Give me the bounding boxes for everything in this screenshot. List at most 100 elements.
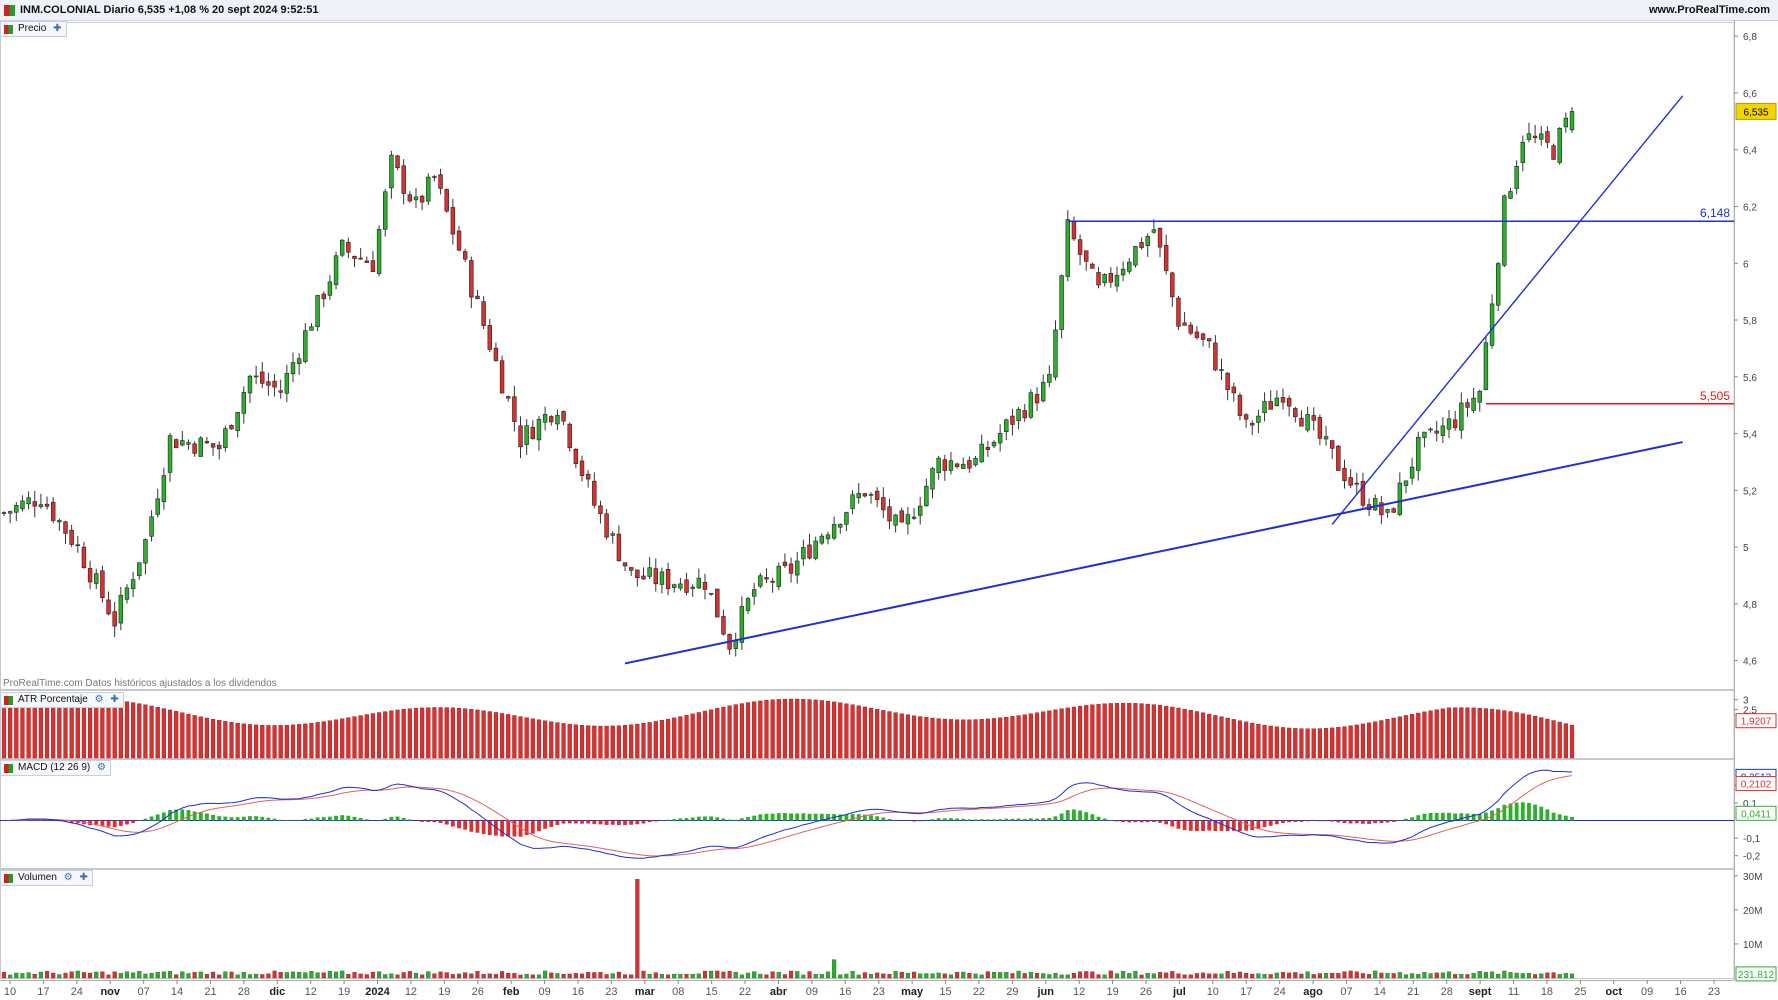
volume-bar [616, 971, 621, 979]
atr-bar [340, 718, 345, 759]
macd-histogram-bar [155, 814, 160, 821]
volume-bar [1274, 972, 1279, 979]
candle-body [678, 583, 683, 589]
atr-bar [38, 701, 44, 759]
atr-bar [1379, 720, 1384, 759]
candle-body [1520, 142, 1526, 163]
wrench-icon[interactable]: ⚙ [64, 872, 73, 883]
macd-histogram-bar [1158, 820, 1162, 823]
volume-bar [555, 973, 560, 979]
macd-histogram-bar [1047, 817, 1052, 821]
macd-histogram-bar [555, 820, 560, 825]
macd-histogram-bar [1065, 810, 1070, 821]
atr-bar [493, 712, 499, 759]
atr-bar [1520, 713, 1525, 759]
macd-histogram-bar [1440, 812, 1445, 821]
volume-bar [1410, 973, 1415, 979]
macd-histogram-bar [537, 820, 541, 832]
macd-histogram-bar [100, 820, 105, 826]
volume-bar [81, 972, 86, 979]
chart-canvas[interactable]: 6,148 5,505 4,6 4,8 5 5,2 5,4 5,6 5,8 6 6,2 6,4 6,6… [0, 0, 1778, 1000]
macd-histogram-bar [352, 816, 357, 821]
macd-panel-label[interactable]: MACD (12 26 9) ⚙ [0, 760, 111, 776]
candle-body [499, 360, 505, 394]
volume-bar [438, 971, 443, 979]
volume-bar [413, 973, 419, 979]
macd-histogram-bar [1348, 820, 1353, 824]
volume-bar [1108, 970, 1113, 979]
candle-body [1459, 402, 1464, 431]
volume-bar [795, 971, 800, 979]
add-indicator-icon[interactable]: ✚ [79, 872, 87, 883]
volume-bar [118, 973, 123, 979]
atr-panel-label[interactable]: ATR Porcentaje ⚙ ✚ [0, 692, 124, 708]
candle-body [961, 463, 966, 469]
volume-bar [641, 970, 646, 979]
candle-body [813, 540, 818, 559]
candle-body [487, 325, 492, 350]
macd-histogram-bar [985, 819, 990, 821]
atr-bar [432, 707, 437, 759]
atr-bar [14, 705, 19, 759]
atr-bar [463, 708, 468, 759]
macd-histogram-bar [1447, 812, 1451, 821]
volume-panel-label[interactable]: Volumen ⚙ ✚ [0, 870, 93, 886]
volume-bar [813, 974, 818, 979]
macd-histogram-bar [235, 817, 240, 821]
candle-body [1545, 131, 1550, 143]
volume-bar [702, 970, 708, 979]
macd-histogram-bar [801, 813, 806, 821]
volume-bar [1508, 972, 1513, 979]
macd-histogram-bar [905, 820, 910, 822]
candle-body [407, 194, 413, 202]
candle-body [389, 154, 394, 189]
candle-body [635, 569, 640, 579]
candle-body [284, 373, 290, 394]
x-tick-label: 21 [1407, 986, 1419, 998]
atr-bar [647, 722, 652, 759]
add-indicator-icon[interactable]: ✚ [110, 694, 118, 705]
atr-bar [1157, 705, 1163, 759]
candle-body [143, 539, 148, 564]
atr-bar [1514, 712, 1519, 759]
volume-bar [1422, 972, 1427, 979]
macd-histogram-bar [1570, 816, 1574, 821]
wrench-icon[interactable]: ⚙ [95, 694, 104, 705]
candle-body [383, 191, 388, 230]
volume-bar [948, 974, 954, 979]
atr-bar [44, 700, 50, 759]
candle-body [942, 459, 948, 471]
volume-bar [450, 974, 455, 979]
macd-histogram-bar [143, 818, 148, 821]
atr-bar [247, 724, 253, 759]
atr-bar [690, 713, 695, 759]
candle-body [930, 468, 935, 490]
add-indicator-icon[interactable]: ✚ [53, 23, 61, 34]
atr-bar [143, 704, 148, 759]
macd-histogram-bar [1262, 820, 1267, 828]
atr-bar [1305, 728, 1310, 759]
atr-panel-title: ATR Porcentaje [18, 694, 88, 705]
candle-body [917, 505, 923, 516]
atr-bar [57, 699, 62, 759]
volume-bar [696, 973, 701, 979]
atr-bar [665, 718, 671, 759]
volume-bar [893, 970, 898, 979]
candle-body [1452, 419, 1458, 428]
volume-bar [936, 972, 941, 979]
macd-histogram-bar [1096, 816, 1101, 821]
volume-bar [149, 972, 154, 979]
macd-histogram-bar [217, 816, 222, 821]
volume-bar [905, 972, 910, 979]
atr-bar [850, 704, 855, 759]
x-tick-label: 22 [973, 986, 985, 998]
price-panel-label[interactable]: Precio ✚ [0, 21, 67, 37]
atr-bar [592, 725, 597, 759]
volume-bar [1188, 974, 1193, 979]
volume-bar [1237, 971, 1243, 979]
volume-bar [530, 974, 535, 979]
wrench-icon[interactable]: ⚙ [97, 762, 106, 773]
candle-body [204, 441, 210, 444]
atr-bar [284, 724, 289, 759]
atr-bar [1557, 721, 1562, 759]
